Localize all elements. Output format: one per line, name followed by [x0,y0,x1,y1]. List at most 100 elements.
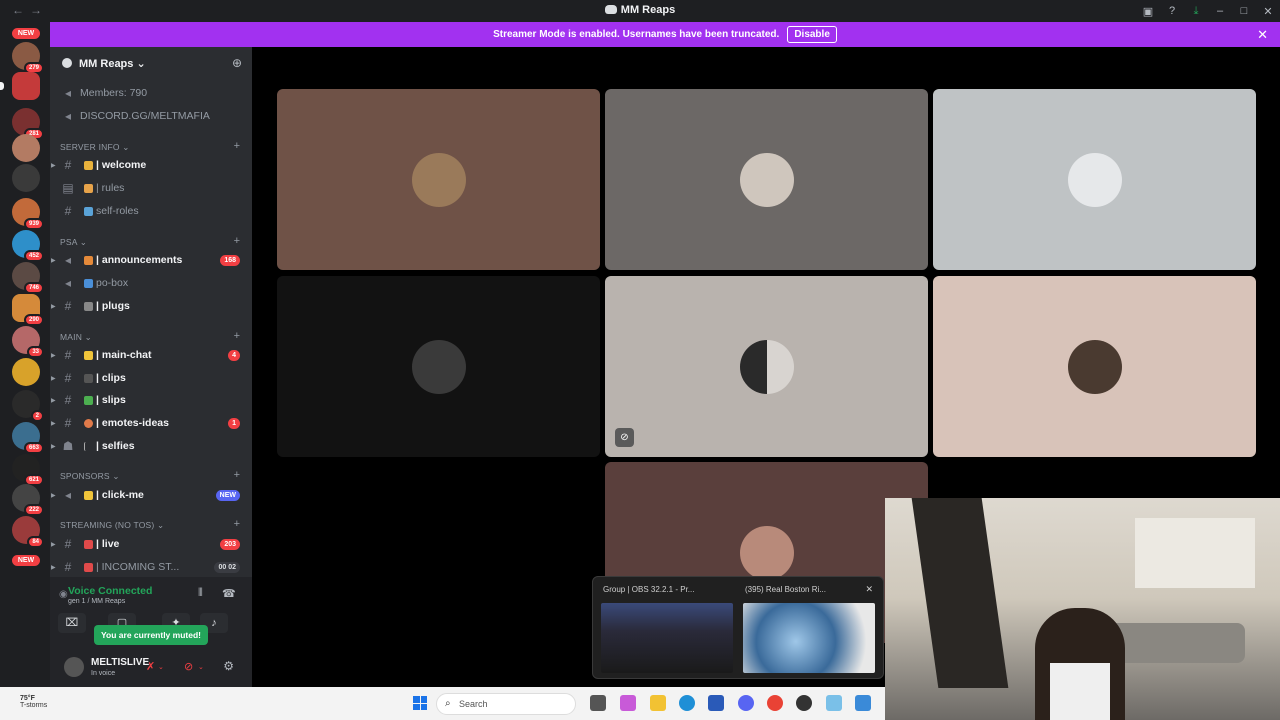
channel-plugs[interactable]: ▶ # | plugs [50,296,252,316]
store-icon[interactable] [708,695,724,711]
deafen-icon[interactable]: ⊘ [184,660,193,673]
chrome-window-thumbnail[interactable]: (395) Real Boston Ri... ✕ [739,581,879,675]
chrome-icon[interactable] [767,695,783,711]
obs-window-thumbnail[interactable]: Group | OBS 32.2.1 - Pr... [597,581,737,675]
server-icon[interactable]: 290 [12,294,44,326]
server-icon[interactable]: 621 [12,454,44,486]
channel-announcements[interactable]: ▶ ◂ | announcements 168 [50,250,252,270]
participant-tile[interactable] [933,276,1256,457]
channel-selfies[interactable]: ▶ ☗ | selfies [50,436,252,456]
muted-tooltip: You are currently muted! [94,625,208,645]
task-view-icon[interactable] [590,695,606,711]
close-button[interactable]: ✕ [1256,5,1280,18]
text-channel-icon: # [64,204,72,218]
server-icon[interactable] [12,134,40,162]
weather-widget[interactable]: 75°F T-storms [20,695,47,709]
camera-off-button[interactable]: ⌧ [58,613,86,633]
participant-tile[interactable] [933,89,1256,270]
server-icon[interactable] [0,72,40,100]
avatar [739,339,794,394]
disconnect-icon[interactable]: ☎ [222,587,236,600]
server-icon[interactable]: 452 [12,230,44,262]
create-channel-icon[interactable]: + [234,469,240,481]
help-icon[interactable]: ? [1160,5,1184,17]
channel-incoming-streams[interactable]: ▶ # | INCOMING ST... 00 02 [50,557,252,577]
server-icon[interactable]: 281 [12,108,44,140]
start-icon[interactable] [413,696,427,710]
unread-arrow-icon: ▶ [51,257,56,264]
participant-tile[interactable] [277,89,600,270]
participant-tile[interactable] [277,276,600,457]
category-label: STREAMING (NO TOS) [60,520,155,530]
server-icon[interactable]: 33 [12,326,44,358]
server-icon[interactable]: 746 [12,262,44,294]
server-icon[interactable]: 663 [12,422,44,454]
channel-rules[interactable]: ▤ | rules [50,178,252,198]
server-icon[interactable]: 84 [12,516,44,548]
server-badge: 746 [23,282,44,294]
close-thumbnail-icon[interactable]: ✕ [865,584,873,595]
server-badge: 33 [27,346,44,358]
category-sponsors[interactable]: SPONSORS ⌄ [60,471,120,482]
maximize-button[interactable]: □ [1232,5,1256,17]
emoji-icon [84,373,93,383]
gear-icon[interactable]: ⚙ [223,659,234,673]
avatar [1067,339,1122,394]
invite-people-icon[interactable]: ⊕ [232,56,242,70]
minimize-button[interactable]: – [1208,5,1232,17]
copilot-icon[interactable] [620,695,636,711]
disable-button[interactable]: Disable [787,26,837,43]
channel-slips[interactable]: ▶ # | slips [50,390,252,410]
participant-tile[interactable] [605,89,928,270]
server-icon[interactable]: 279 [12,42,44,74]
category-psa[interactable]: PSA ⌄ [60,237,87,248]
channel-sidebar: MM Reaps ⌄ ⊕ ◂ Members: 790 ◂ DISCORD.GG/M… [50,47,252,687]
chevron-down-icon[interactable]: ⌄ [158,663,164,671]
chevron-down-icon[interactable]: ⌄ [198,663,204,671]
server-icon[interactable]: 939 [12,198,44,230]
participant-tile[interactable]: ⊘ [605,276,928,457]
app-icon[interactable] [855,695,871,711]
channel-click-me[interactable]: ▶ ◂ | click-me NEW [50,485,252,505]
create-channel-icon[interactable]: + [234,518,240,530]
server-icon[interactable]: 2 [12,390,44,422]
app-icon[interactable] [826,695,842,711]
discord-icon[interactable] [738,695,754,711]
inbox-icon[interactable]: ▣ [1136,5,1160,18]
file-explorer-icon[interactable] [650,695,666,711]
category-server-info[interactable]: SERVER INFO ⌄ [60,142,130,153]
avatar[interactable] [64,657,84,677]
channel-po-box[interactable]: ◂ po-box [50,273,252,293]
category-streaming[interactable]: STREAMING (NO TOS) ⌄ [60,520,164,531]
create-channel-icon[interactable]: + [234,235,240,247]
close-banner-icon[interactable]: ✕ [1257,27,1268,43]
channel-self-roles[interactable]: # self-roles [50,201,252,221]
server-header[interactable]: MM Reaps ⌄ ⊕ [50,47,252,79]
emoji-icon [84,183,93,193]
text-channel-icon: # [64,299,72,313]
mic-muted-icon[interactable]: ✗ [146,660,155,673]
category-main[interactable]: MAIN ⌄ [60,332,92,343]
create-channel-icon[interactable]: + [234,330,240,342]
channel-welcome[interactable]: ▶ # | welcome [50,155,252,175]
emoji-icon [84,350,93,360]
edge-icon[interactable] [679,695,695,711]
signal-icon[interactable]: ◉ [59,589,68,600]
channel-emotes-ideas[interactable]: ▶ # | emotes-ideas 1 [50,413,252,433]
channel-main-chat[interactable]: ▶ # | main-chat 4 [50,345,252,365]
download-icon[interactable]: ⤓ [1184,5,1208,18]
create-channel-icon[interactable]: + [234,140,240,152]
server-icon[interactable] [12,164,40,192]
voice-channel-label[interactable]: gen 1 / MM Reaps [68,598,125,605]
channel-clips[interactable]: ▶ # | clips [50,368,252,388]
server-name[interactable]: MM Reaps ⌄ [79,57,146,70]
new-pill[interactable]: NEW [12,555,40,566]
unread-arrow-icon: ▶ [51,443,56,450]
channel-live[interactable]: ▶ # | live 203 [50,534,252,554]
new-pill[interactable]: NEW [12,28,40,39]
obs-icon[interactable] [796,695,812,711]
server-icon[interactable]: 222 [12,484,44,516]
taskbar-search[interactable]: ⌕ Search [436,693,576,715]
noise-suppression-icon[interactable]: ⦀ [198,587,203,600]
server-icon[interactable] [12,358,40,386]
